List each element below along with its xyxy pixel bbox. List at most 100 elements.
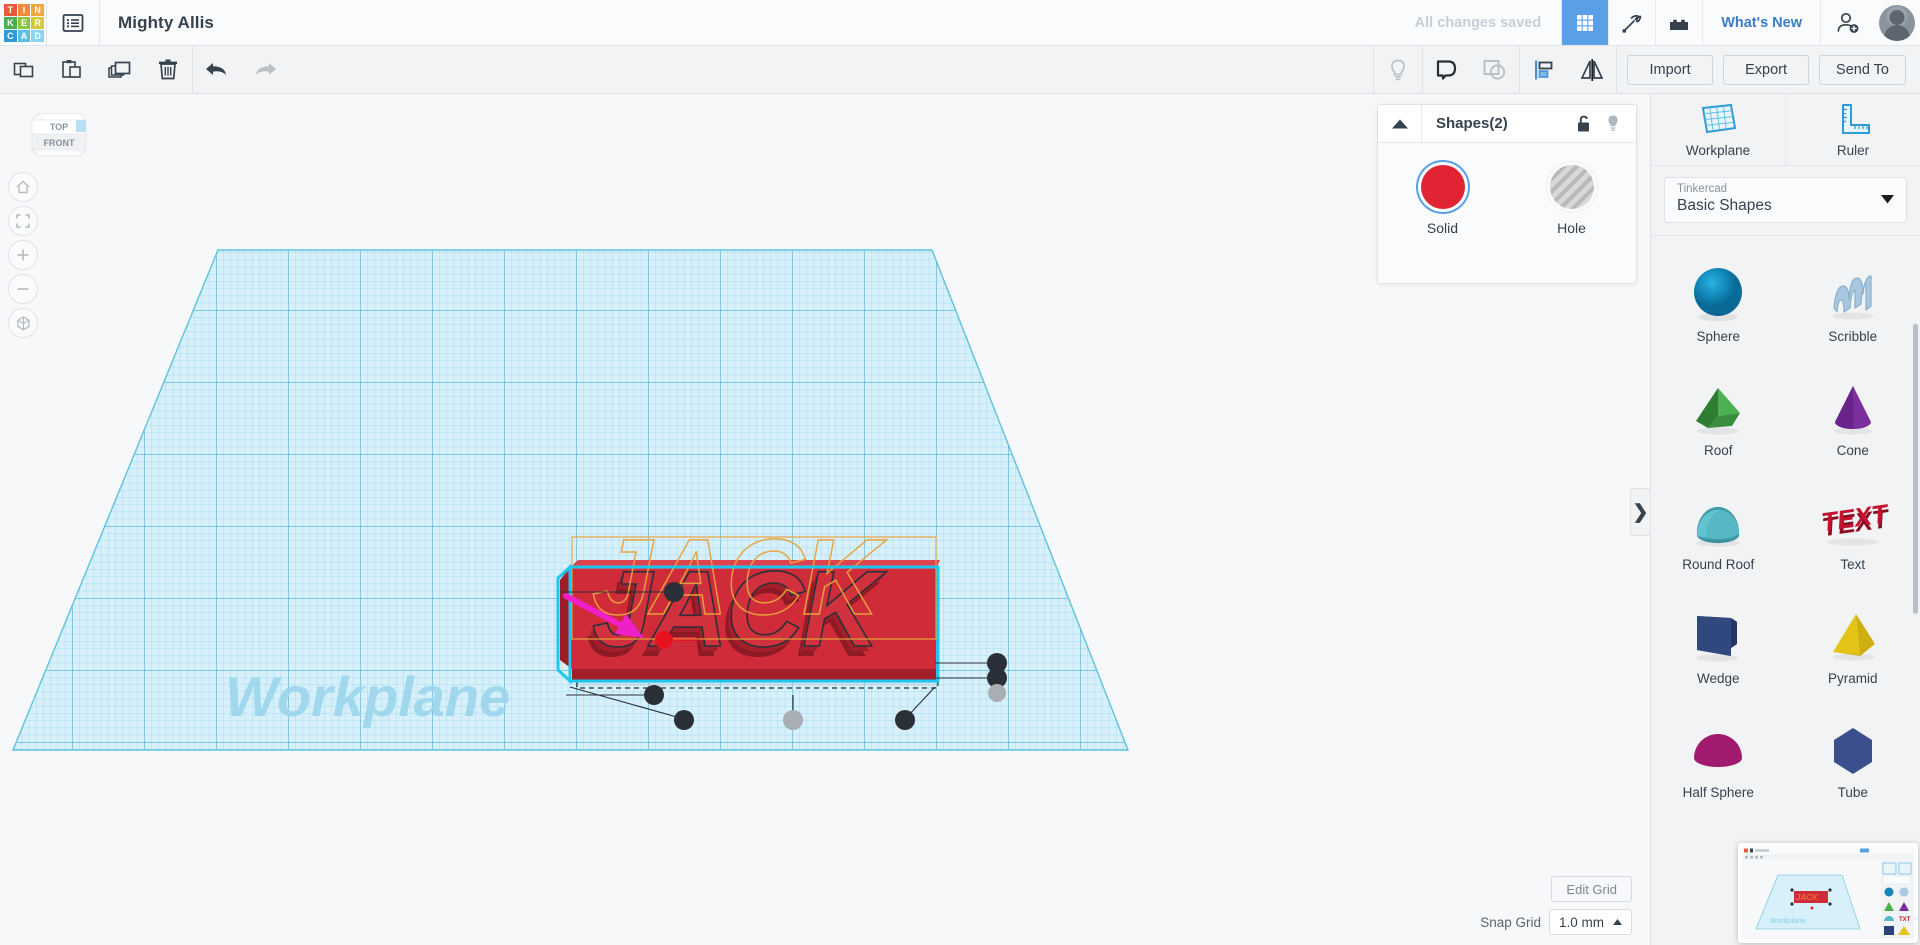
- workplane-tool-label: Workplane: [1685, 143, 1751, 158]
- solid-option[interactable]: Solid: [1393, 165, 1493, 236]
- pickaxe-icon: [1622, 14, 1642, 33]
- unlock-icon: [1577, 115, 1589, 132]
- tinkercad-app: T I N K E R C A D Mighty Allis All chang…: [0, 0, 1920, 945]
- handle-left-edge: [644, 685, 664, 705]
- shapes-panel-body: Solid Hole: [1378, 143, 1636, 236]
- duplicate-icon: [108, 61, 131, 78]
- user-avatar-button[interactable]: [1874, 0, 1920, 45]
- chevron-down-icon: [1881, 195, 1894, 204]
- note-button[interactable]: [1374, 46, 1422, 93]
- snap-grid-row: Snap Grid 1.0 mm: [1480, 909, 1632, 935]
- logo-letter: R: [31, 17, 44, 29]
- grid-icon: [1577, 14, 1594, 31]
- shape-cone-label: Cone: [1836, 442, 1869, 458]
- home-view-button[interactable]: [8, 172, 38, 202]
- pip-preview-thumbnail[interactable]: Workplane JACK TXT: [1738, 843, 1918, 943]
- shape-pyramid-label: Pyramid: [1827, 670, 1878, 686]
- ruler-icon: [1842, 104, 1870, 134]
- shape-cone[interactable]: Cone: [1786, 358, 1920, 472]
- snap-grid-select[interactable]: 1.0 mm: [1548, 909, 1632, 935]
- edit-toolbar: Import Export Send To: [0, 46, 1920, 94]
- undo-button[interactable]: [193, 46, 241, 93]
- hole-swatch[interactable]: [1549, 165, 1594, 209]
- group-button[interactable]: [1423, 46, 1471, 93]
- paste-button[interactable]: [48, 46, 96, 93]
- view-cube-front-label: FRONT: [44, 138, 75, 148]
- handle-front-center: [783, 710, 803, 730]
- shape-wedge[interactable]: Wedge: [1651, 586, 1786, 700]
- solid-swatch[interactable]: [1420, 165, 1465, 209]
- shape-roof[interactable]: Roof: [1651, 358, 1786, 472]
- shape-scribble[interactable]: Scribble: [1786, 244, 1920, 358]
- redo-button[interactable]: [241, 46, 289, 93]
- sidebar-tools: Workplane Ruler: [1651, 94, 1920, 166]
- trash-icon: [159, 59, 177, 79]
- whats-new-link[interactable]: What's New: [1702, 0, 1820, 45]
- tinkercad-logo[interactable]: T I N K E R C A D: [0, 0, 46, 46]
- workplane-tool[interactable]: Workplane: [1651, 94, 1785, 165]
- add-user-icon: [1837, 12, 1858, 33]
- shape-wedge-label: Wedge: [1696, 670, 1740, 686]
- send-to-button[interactable]: Send To: [1819, 54, 1906, 85]
- shape-round-roof-label: Round Roof: [1682, 556, 1755, 572]
- shape-library-grid: Sphere Scribble Roof Cone Round Roof TEX…: [1651, 236, 1920, 814]
- shape-sphere[interactable]: Sphere: [1651, 244, 1786, 358]
- shapes-sidebar: Workplane Ruler Tinkercad Basic Shapes S…: [1650, 94, 1920, 945]
- delete-button[interactable]: [144, 46, 192, 93]
- shape-scribble-label: Scribble: [1828, 328, 1878, 344]
- shape-roof-label: Roof: [1703, 442, 1733, 458]
- shape-pyramid[interactable]: Pyramid: [1786, 586, 1920, 700]
- shape-half-sphere[interactable]: Half Sphere: [1651, 700, 1786, 814]
- library-owner: Tinkercad: [1677, 183, 1728, 195]
- shape-scribble-art: [1822, 259, 1884, 327]
- ungroup-icon: [1483, 59, 1506, 80]
- shape-text[interactable]: TEXT TEXT Text: [1786, 472, 1920, 586]
- import-button[interactable]: Import: [1627, 54, 1714, 85]
- designs-grid-button[interactable]: [1561, 0, 1609, 45]
- lock-toggle-button[interactable]: [1568, 114, 1598, 133]
- ruler-tool[interactable]: Ruler: [1785, 94, 1920, 165]
- group-icon: [1436, 59, 1457, 80]
- duplicate-button[interactable]: [96, 46, 144, 93]
- view-cube-icon: TOP FRONT: [31, 113, 87, 157]
- zoom-out-button[interactable]: [8, 274, 38, 304]
- logo-letter: E: [17, 17, 31, 29]
- shape-light-toggle-button[interactable]: [1598, 114, 1628, 133]
- blocks-button[interactable]: [1655, 0, 1702, 45]
- shapes-panel-header: Shapes(2): [1378, 105, 1636, 143]
- align-button[interactable]: [1520, 46, 1568, 93]
- brick-icon: [1670, 19, 1689, 30]
- invite-user-button[interactable]: [1820, 0, 1874, 45]
- shape-library-select[interactable]: Tinkercad Basic Shapes: [1664, 177, 1907, 223]
- shape-tube[interactable]: Tube: [1786, 700, 1920, 814]
- snap-grid-label: Snap Grid: [1480, 914, 1541, 930]
- collapse-panel-tab[interactable]: ❯: [1630, 488, 1650, 536]
- svg-text:Workplane: Workplane: [1770, 918, 1806, 925]
- undo-icon: [206, 62, 226, 75]
- copy-button[interactable]: [0, 46, 48, 93]
- fit-to-view-button[interactable]: [8, 206, 38, 236]
- collapse-shapes-panel-button[interactable]: [1378, 105, 1422, 142]
- copy-icon: [13, 62, 34, 77]
- document-title[interactable]: Mighty Allis: [100, 0, 214, 45]
- svg-text:JACK: JACK: [1796, 893, 1819, 902]
- ungroup-button[interactable]: [1471, 46, 1519, 93]
- shape-roof-art: [1687, 373, 1749, 441]
- codeblocks-button[interactable]: [1608, 0, 1655, 45]
- hole-option[interactable]: Hole: [1522, 165, 1622, 236]
- edit-grid-button[interactable]: Edit Grid: [1551, 876, 1632, 902]
- zoom-in-button[interactable]: [8, 240, 38, 270]
- project-menu-button[interactable]: [47, 0, 99, 45]
- shape-round-roof[interactable]: Round Roof: [1651, 472, 1786, 586]
- mirror-button[interactable]: [1568, 46, 1616, 93]
- solid-label: Solid: [1426, 220, 1459, 236]
- export-button[interactable]: Export: [1723, 54, 1810, 85]
- orthographic-toggle-button[interactable]: [8, 308, 38, 338]
- library-collection: Basic Shapes: [1677, 197, 1772, 214]
- sidebar-scrollbar[interactable]: [1913, 324, 1918, 614]
- svg-text:JACK: JACK: [592, 516, 887, 637]
- home-icon: [16, 180, 30, 194]
- logo-letter: D: [31, 30, 44, 42]
- view-cube[interactable]: TOP FRONT: [28, 106, 90, 166]
- logo-letter: C: [4, 30, 17, 42]
